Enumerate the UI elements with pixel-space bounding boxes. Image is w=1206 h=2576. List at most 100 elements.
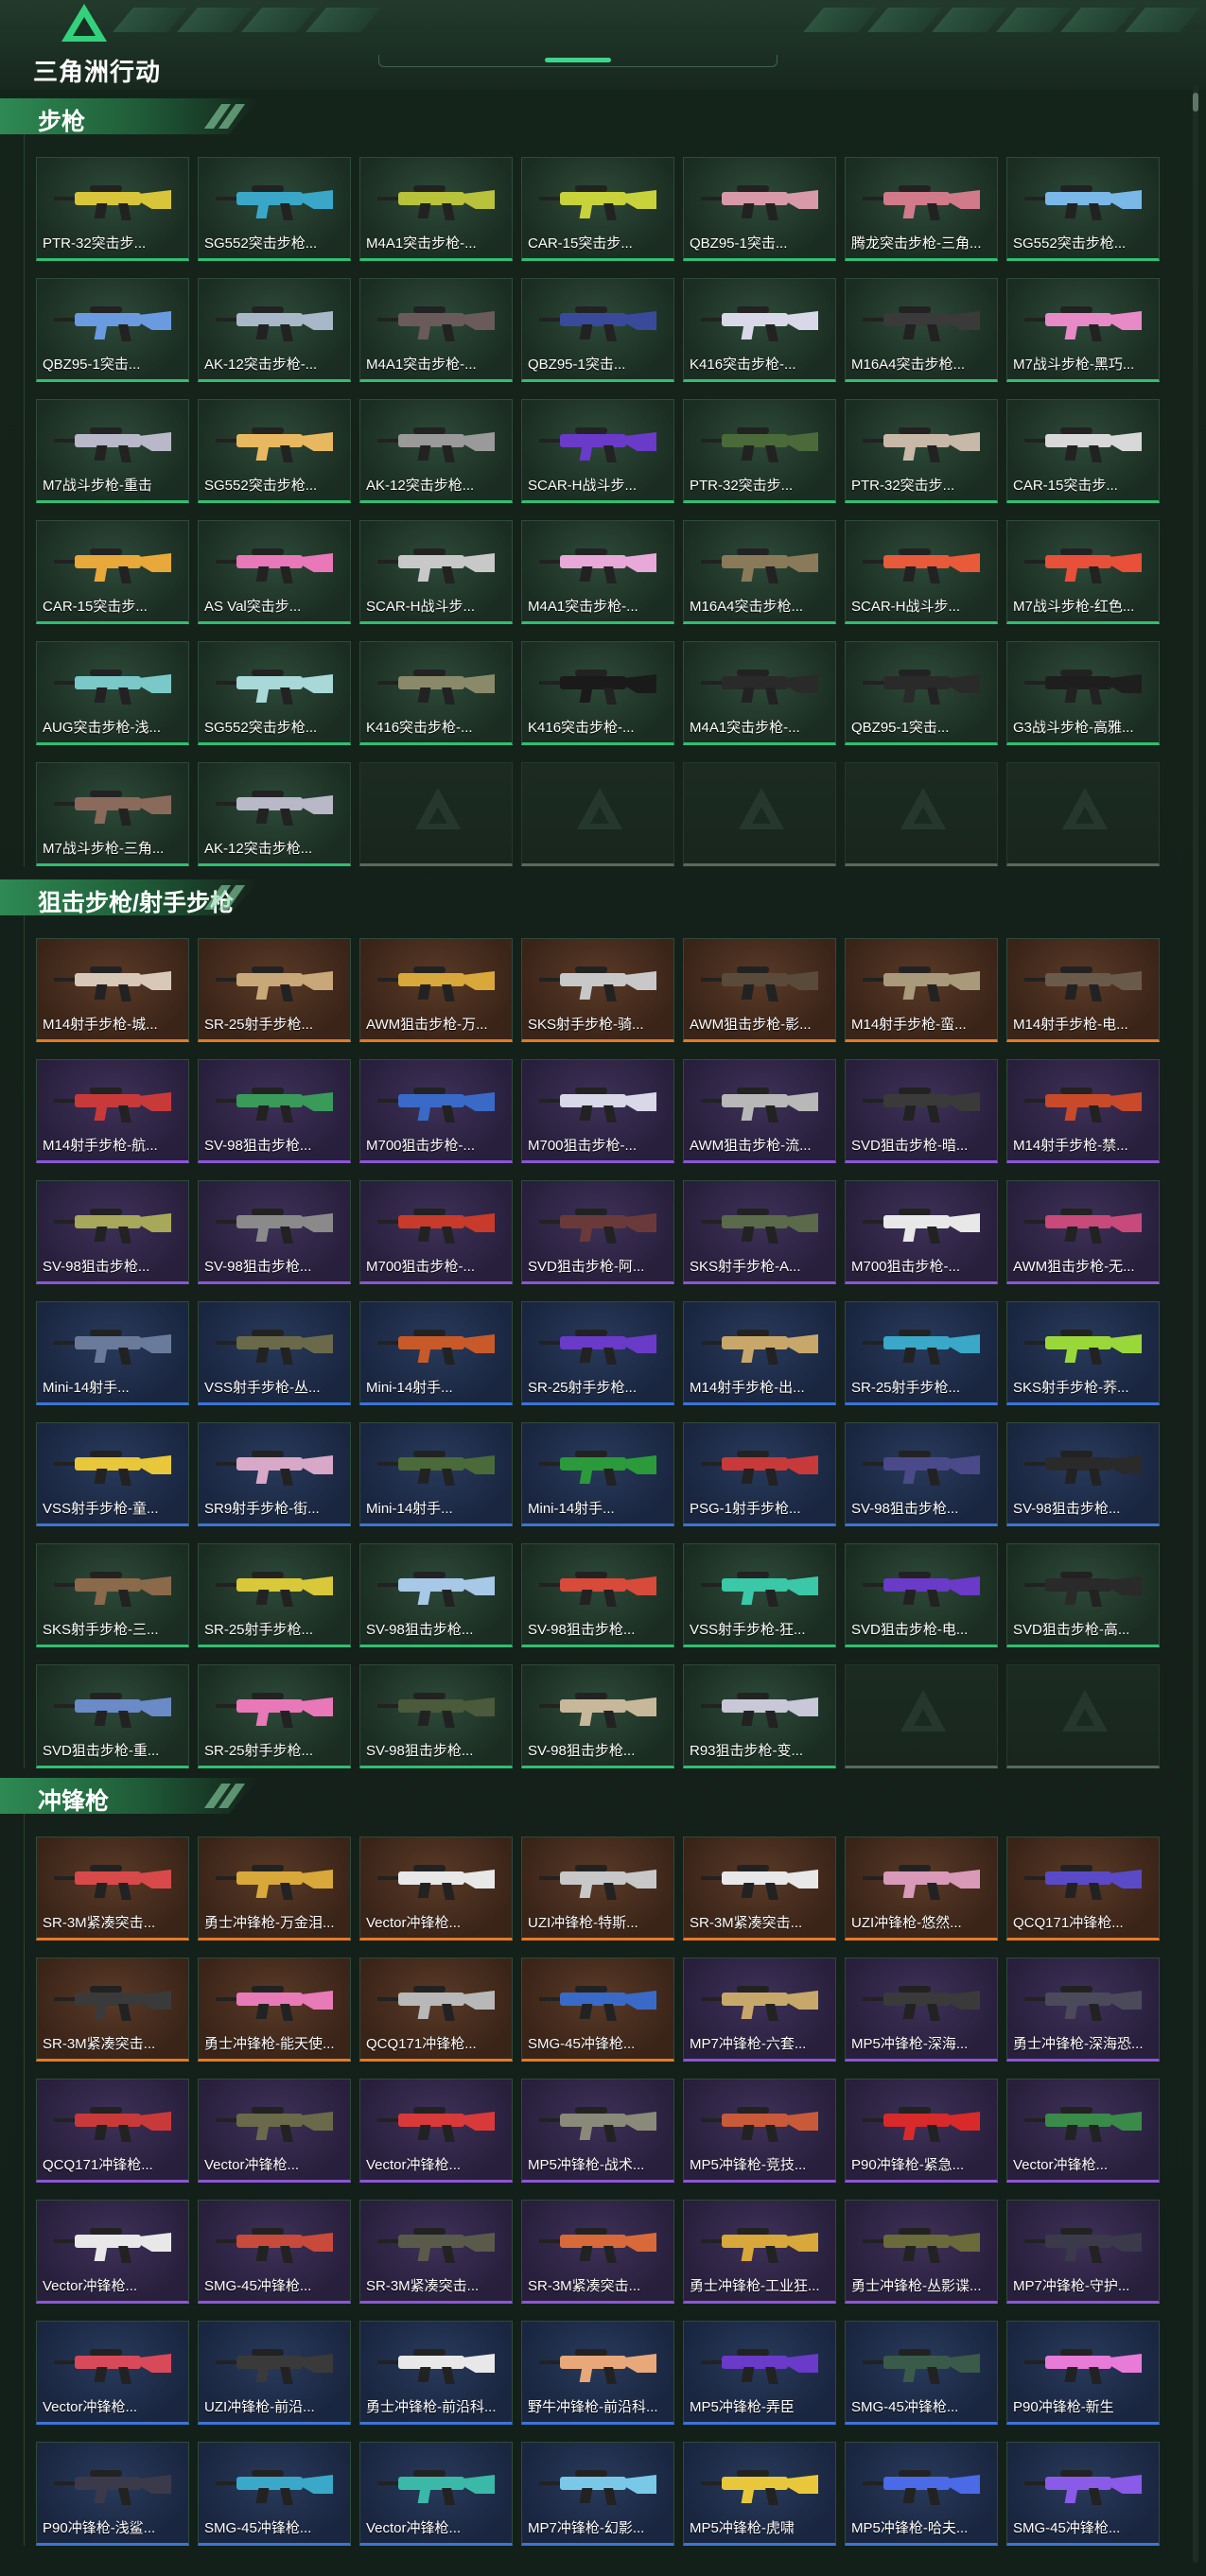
weapon-card[interactable]: AK-12突击步枪... [198, 762, 351, 866]
weapon-card[interactable]: QCQ171冲锋枪... [36, 2079, 189, 2183]
weapon-card[interactable]: M16A4突击步枪... [683, 520, 836, 624]
weapon-card[interactable]: CAR-15突击步... [36, 520, 189, 624]
weapon-card[interactable]: PTR-32突击步... [683, 399, 836, 503]
weapon-card[interactable]: M700狙击步枪-... [359, 1180, 513, 1284]
weapon-card[interactable]: M7战斗步枪-三角... [36, 762, 189, 866]
weapon-card[interactable]: Mini-14射手... [359, 1422, 513, 1526]
weapon-card[interactable]: SV-98狙击步枪... [359, 1543, 513, 1647]
weapon-card[interactable]: SR-25射手步枪... [521, 1301, 674, 1405]
weapon-card[interactable]: SR-25射手步枪... [198, 938, 351, 1042]
weapon-card[interactable]: 勇士冲锋枪-丛影谍... [845, 2200, 998, 2304]
weapon-card[interactable]: SVD狙击步枪-高... [1006, 1543, 1160, 1647]
weapon-card[interactable]: UZI冲锋枪-特斯... [521, 1836, 674, 1941]
weapon-card[interactable]: Vector冲锋枪... [359, 1836, 513, 1941]
weapon-card[interactable]: MP5冲锋枪-战术... [521, 2079, 674, 2183]
weapon-card[interactable]: SKS射手步枪-三... [36, 1543, 189, 1647]
weapon-card[interactable]: SCAR-H战斗步... [359, 520, 513, 624]
weapon-card[interactable]: M14射手步枪-禁... [1006, 1059, 1160, 1163]
weapon-card[interactable]: SV-98狙击步枪... [198, 1180, 351, 1284]
weapon-card[interactable]: AUG突击步枪-浅... [36, 641, 189, 745]
scrollbar[interactable] [1193, 85, 1198, 2563]
weapon-card[interactable]: Vector冲锋枪... [36, 2321, 189, 2425]
weapon-card[interactable]: UZI冲锋枪-前沿... [198, 2321, 351, 2425]
weapon-card[interactable]: CAR-15突击步... [521, 157, 674, 261]
weapon-card[interactable]: MP5冲锋枪-竞技... [683, 2079, 836, 2183]
weapon-card[interactable]: Mini-14射手... [359, 1301, 513, 1405]
weapon-card[interactable]: Vector冲锋枪... [359, 2079, 513, 2183]
weapon-card[interactable]: AWM狙击步枪-影... [683, 938, 836, 1042]
weapon-card[interactable]: QBZ95-1突击... [36, 278, 189, 382]
weapon-card[interactable]: QBZ95-1突击... [845, 641, 998, 745]
weapon-card[interactable]: P90冲锋枪-浅鲨... [36, 2442, 189, 2546]
weapon-card[interactable]: SR-3M紧凑突击... [36, 1836, 189, 1941]
weapon-card[interactable]: SKS射手步枪-骑... [521, 938, 674, 1042]
weapon-card[interactable]: M14射手步枪-航... [36, 1059, 189, 1163]
weapon-card[interactable]: VSS射手步枪-童... [36, 1422, 189, 1526]
weapon-card[interactable]: SG552突击步枪... [198, 399, 351, 503]
weapon-card[interactable]: SMG-45冲锋枪... [198, 2200, 351, 2304]
weapon-card[interactable]: 勇士冲锋枪-工业狂... [683, 2200, 836, 2304]
weapon-card[interactable]: SMG-45冲锋枪... [521, 1958, 674, 2062]
weapon-card[interactable]: QBZ95-1突击... [521, 278, 674, 382]
weapon-card[interactable]: QBZ95-1突击... [683, 157, 836, 261]
weapon-card[interactable]: K416突击步枪-... [683, 278, 836, 382]
weapon-card[interactable]: SR9射手步枪-街... [198, 1422, 351, 1526]
weapon-card[interactable]: Vector冲锋枪... [36, 2200, 189, 2304]
weapon-card[interactable]: 勇士冲锋枪-前沿科... [359, 2321, 513, 2425]
weapon-card[interactable]: AWM狙击步枪-流... [683, 1059, 836, 1163]
weapon-card[interactable]: SR-25射手步枪... [198, 1543, 351, 1647]
weapon-card[interactable]: M14射手步枪-城... [36, 938, 189, 1042]
weapon-card[interactable]: M16A4突击步枪... [845, 278, 998, 382]
weapon-card[interactable]: AK-12突击步枪... [359, 399, 513, 503]
weapon-card[interactable]: MP7冲锋枪-六套... [683, 1958, 836, 2062]
weapon-card[interactable]: MP7冲锋枪-幻影... [521, 2442, 674, 2546]
weapon-card[interactable]: QCQ171冲锋枪... [359, 1958, 513, 2062]
weapon-card[interactable]: SCAR-H战斗步... [845, 520, 998, 624]
weapon-card[interactable]: SMG-45冲锋枪... [198, 2442, 351, 2546]
weapon-card[interactable]: CAR-15突击步... [1006, 399, 1160, 503]
weapon-card[interactable]: SR-25射手步枪... [845, 1301, 998, 1405]
weapon-card[interactable]: AWM狙击步枪-万... [359, 938, 513, 1042]
weapon-card[interactable]: SR-3M紧凑突击... [683, 1836, 836, 1941]
weapon-card[interactable]: M700狙击步枪-... [359, 1059, 513, 1163]
weapon-card[interactable]: P90冲锋枪-新生 [1006, 2321, 1160, 2425]
weapon-card[interactable]: AWM狙击步枪-无... [1006, 1180, 1160, 1284]
weapon-card[interactable]: G3战斗步枪-高雅... [1006, 641, 1160, 745]
weapon-card[interactable]: MP5冲锋枪-深海... [845, 1958, 998, 2062]
weapon-card[interactable]: K416突击步枪-... [359, 641, 513, 745]
weapon-card[interactable]: SKS射手步枪-荞... [1006, 1301, 1160, 1405]
weapon-card[interactable]: SMG-45冲锋枪... [1006, 2442, 1160, 2546]
weapon-card[interactable]: SR-3M紧凑突击... [36, 1958, 189, 2062]
weapon-card[interactable]: 野牛冲锋枪-前沿科... [521, 2321, 674, 2425]
weapon-card[interactable]: Vector冲锋枪... [198, 2079, 351, 2183]
weapon-card[interactable]: SV-98狙击步枪... [359, 1664, 513, 1768]
weapon-card[interactable]: M14射手步枪-电... [1006, 938, 1160, 1042]
weapon-card[interactable]: M14射手步枪-蛮... [845, 938, 998, 1042]
weapon-card[interactable]: SV-98狙击步枪... [521, 1543, 674, 1647]
weapon-card[interactable]: MP5冲锋枪-哈夫... [845, 2442, 998, 2546]
weapon-card[interactable]: M14射手步枪-出... [683, 1301, 836, 1405]
weapon-card[interactable]: M4A1突击步枪-... [359, 157, 513, 261]
weapon-card[interactable]: SV-98狙击步枪... [36, 1180, 189, 1284]
weapon-card[interactable]: M700狙击步枪-... [521, 1059, 674, 1163]
weapon-card[interactable]: MP5冲锋枪-弄臣 [683, 2321, 836, 2425]
weapon-card[interactable]: UZI冲锋枪-悠然... [845, 1836, 998, 1941]
weapon-card[interactable]: SV-98狙击步枪... [1006, 1422, 1160, 1526]
weapon-card[interactable]: Vector冲锋枪... [359, 2442, 513, 2546]
weapon-card[interactable]: SG552突击步枪... [198, 641, 351, 745]
weapon-card[interactable]: Mini-14射手... [521, 1422, 674, 1526]
weapon-card[interactable]: 勇士冲锋枪-万金泪... [198, 1836, 351, 1941]
weapon-card[interactable]: M4A1突击步枪-... [683, 641, 836, 745]
weapon-card[interactable]: SV-98狙击步枪... [845, 1422, 998, 1526]
weapon-card[interactable]: R93狙击步枪-变... [683, 1664, 836, 1768]
weapon-card[interactable]: Vector冲锋枪... [1006, 2079, 1160, 2183]
weapon-card[interactable]: PSG-1射手步枪... [683, 1422, 836, 1526]
scrollbar-thumb[interactable] [1193, 93, 1198, 112]
weapon-card[interactable]: M4A1突击步枪-... [521, 520, 674, 624]
weapon-card[interactable]: VSS射手步枪-狂... [683, 1543, 836, 1647]
weapon-card[interactable]: 勇士冲锋枪-能天使... [198, 1958, 351, 2062]
weapon-card[interactable]: MP5冲锋枪-虎啸 [683, 2442, 836, 2546]
weapon-card[interactable]: M7战斗步枪-红色... [1006, 520, 1160, 624]
weapon-card[interactable]: AK-12突击步枪-... [198, 278, 351, 382]
weapon-card[interactable]: SVD狙击步枪-暗... [845, 1059, 998, 1163]
